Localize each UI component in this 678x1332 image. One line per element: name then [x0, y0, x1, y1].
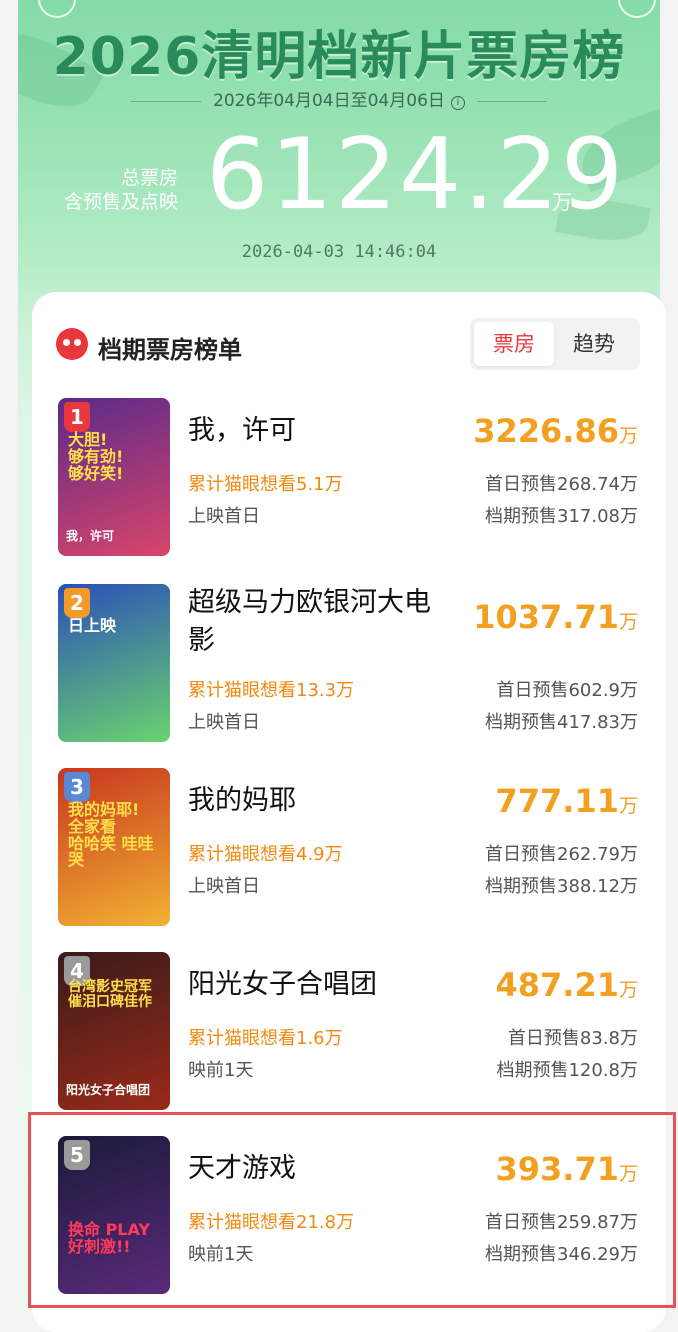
update-timestamp: 2026-04-03 14:46:04 [241, 242, 437, 262]
poster-title-art: 大胆! 够有劲! 够好笑! [68, 430, 124, 483]
period-presale: 档期预售317.08万 [485, 506, 638, 527]
movie-row[interactable]: 3 我的妈耶! 全家看 哈哈笑 哇哇哭 我的妈耶 累计猫眼想看4.9万 上映首日… [32, 766, 666, 936]
box-office-value: 487.21万 [496, 966, 639, 1004]
first-day-presale: 首日预售83.8万 [507, 1028, 638, 1049]
box-office-value: 3226.86万 [473, 412, 638, 450]
box-office-unit: 万 [618, 795, 638, 817]
release-status: 上映首日 [188, 876, 260, 897]
poster-subtitle-art: 阳光女子合唱团 [66, 1083, 151, 1097]
movie-title[interactable]: 我的妈耶 [188, 782, 438, 820]
page-title: 2026清明档新片票房榜 [52, 27, 626, 87]
total-unit: 万 [552, 190, 572, 214]
total-box-office-label: 总票房 含预售及点映 [64, 166, 178, 214]
poster-title-art: 台湾影史冠军 催泪口碑佳作 [68, 979, 152, 1010]
movie-row[interactable]: 4 台湾影史冠军 催泪口碑佳作 阳光女子合唱团 阳光女子合唱团 累计猫眼想看1.… [32, 950, 666, 1120]
poster-title-art: 日上映 [68, 616, 117, 635]
want-to-see-count: 累计猫眼想看13.3万 [188, 680, 355, 701]
movie-row[interactable]: 1 大胆! 够有劲! 够好笑! 我，许可 我，许可 累计猫眼想看5.1万 上映首… [32, 396, 666, 566]
period-presale: 档期预售120.8万 [496, 1060, 638, 1081]
movie-row[interactable]: 2 日上映 超级马力欧银河大电影 累计猫眼想看13.3万 上映首日 1037.7… [32, 582, 666, 752]
tab-box-office[interactable]: 票房 [474, 322, 554, 366]
total-label-line1: 总票房 [120, 167, 178, 189]
movie-poster[interactable]: 3 我的妈耶! 全家看 哈哈笑 哇哇哭 [58, 768, 170, 926]
want-to-see-count: 累计猫眼想看4.9万 [188, 844, 343, 865]
rank-badge: 2 [64, 588, 90, 618]
date-range-text: 2026年04月04日至04月06日 [213, 91, 445, 111]
box-office-unit: 万 [618, 425, 638, 447]
period-presale: 档期预售388.12万 [485, 876, 638, 897]
rank-badge: 1 [64, 402, 90, 432]
box-office-number: 777.11 [495, 782, 619, 820]
box-office-value: 1037.71万 [473, 598, 638, 636]
maoyan-cat-icon [56, 328, 88, 360]
first-day-presale: 首日预售262.79万 [485, 844, 638, 865]
poster-subtitle-art: 我，许可 [66, 529, 115, 543]
poster-title-art: 我的妈耶! 全家看 哈哈笑 哇哇哭 [68, 800, 154, 870]
release-status: 映前1天 [188, 1060, 254, 1081]
first-day-presale: 首日预售602.9万 [496, 680, 638, 701]
movie-title[interactable]: 我，许可 [188, 412, 438, 450]
want-to-see-count: 累计猫眼想看5.1万 [188, 474, 343, 495]
total-label-line2: 含预售及点映 [63, 191, 178, 213]
release-status: 上映首日 [188, 506, 260, 527]
movie-poster[interactable]: 4 台湾影史冠军 催泪口碑佳作 阳光女子合唱团 [58, 952, 170, 1110]
view-toggle: 票房 趋势 [470, 318, 640, 370]
want-to-see-count: 累计猫眼想看1.6万 [188, 1028, 343, 1049]
period-presale: 档期预售417.83万 [485, 712, 638, 733]
tab-trend[interactable]: 趋势 [554, 322, 634, 366]
movie-title[interactable]: 阳光女子合唱团 [188, 966, 438, 1004]
first-day-presale: 首日预售268.74万 [485, 474, 638, 495]
movie-poster[interactable]: 2 日上映 [58, 584, 170, 742]
box-office-number: 487.21 [495, 966, 619, 1004]
release-status: 上映首日 [188, 712, 260, 733]
movie-poster[interactable]: 1 大胆! 够有劲! 够好笑! 我，许可 [58, 398, 170, 556]
divider-line [476, 100, 547, 102]
box-office-number: 3226.86 [473, 412, 619, 450]
date-range: 2026年04月04日至04月06日 i [18, 86, 660, 111]
info-icon[interactable]: i [450, 96, 465, 110]
box-office-number: 1037.71 [473, 598, 619, 636]
box-office-unit: 万 [618, 979, 638, 1001]
box-office-unit: 万 [618, 611, 638, 633]
divider-line [131, 100, 202, 102]
highlight-annotation-box [28, 1112, 676, 1308]
movie-title[interactable]: 超级马力欧银河大电影 [188, 584, 438, 660]
rank-badge: 3 [64, 772, 90, 802]
card-title: 档期票房榜单 [98, 336, 242, 364]
box-office-value: 777.11万 [496, 782, 639, 820]
